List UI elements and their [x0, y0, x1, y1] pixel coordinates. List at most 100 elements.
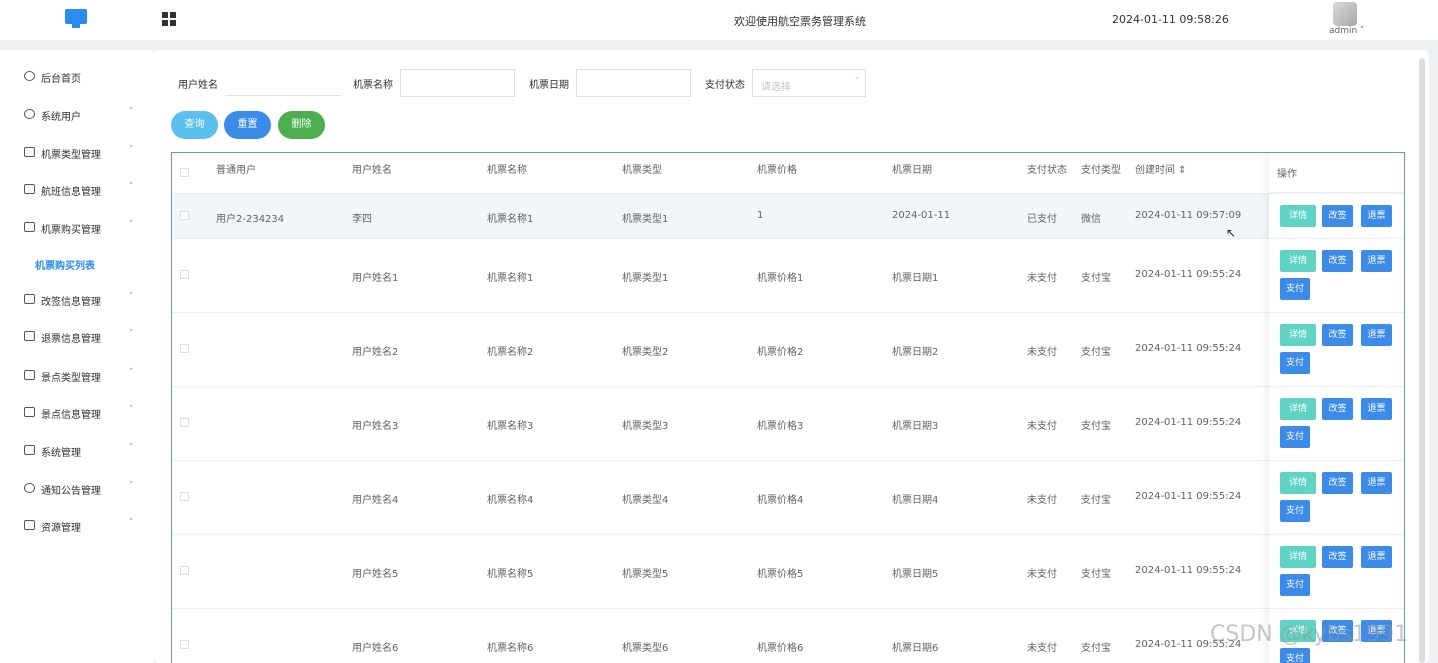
sidebar-item-label: 后台首页: [41, 74, 81, 85]
pay-button[interactable]: 支付: [1280, 278, 1310, 300]
table-row[interactable]: 用户姓名5 机票名称5 机票类型5 机票价格5 机票日期5 未支付 支付宝 20…: [172, 534, 1404, 608]
sidebar-item-home[interactable]: 后台首页: [0, 62, 153, 92]
sidebar-subitem-purchase-list[interactable]: 机票购买列表: [0, 248, 153, 280]
rebook-button[interactable]: 改签: [1322, 546, 1353, 568]
sidebar-item-label: 景点信息管理: [41, 410, 101, 421]
rebook-button[interactable]: 改签: [1322, 472, 1353, 494]
sidebar-item-system-management[interactable]: 系统管理 ˅: [0, 436, 153, 466]
pay-status-select[interactable]: 请选择 ˅: [752, 69, 866, 97]
column-header: 支付类型: [1081, 165, 1121, 176]
sidebar-item-label: 资源管理: [41, 523, 81, 534]
refund-button[interactable]: 退票: [1361, 205, 1392, 227]
delete-button[interactable]: 删除: [278, 111, 325, 139]
detail-button[interactable]: 详情: [1280, 546, 1316, 568]
pay-button[interactable]: 支付: [1280, 500, 1310, 522]
row-checkbox[interactable]: [180, 492, 189, 501]
column-header: 机票类型: [622, 165, 662, 176]
refund-button[interactable]: 退票: [1361, 546, 1392, 568]
cell-price: 机票价格1: [757, 273, 804, 284]
main-panel: 用户姓名 机票名称 机票日期 支付状态 请选择 ˅ 查询 重置 删除 普通用户 …: [153, 50, 1429, 663]
pay-button[interactable]: 支付: [1280, 426, 1310, 448]
table-row[interactable]: 用户姓名2 机票名称2 机票类型2 机票价格2 机票日期2 未支付 支付宝 20…: [172, 312, 1404, 386]
cell-name: 用户姓名5: [352, 569, 399, 580]
apps-grid-icon[interactable]: [162, 12, 176, 26]
cell-name: 李四: [352, 214, 372, 225]
row-checkbox[interactable]: [180, 211, 189, 220]
sidebar-item-refunds[interactable]: 退票信息管理 ˅: [0, 322, 153, 352]
avatar[interactable]: [1333, 2, 1357, 26]
sidebar-item-attraction-types[interactable]: 景点类型管理 ˅: [0, 361, 153, 391]
cell-price: 机票价格4: [757, 495, 804, 506]
table-row[interactable]: 用户2-234234 李四 机票名称1 机票类型1 1 2024-01-11 已…: [172, 193, 1404, 238]
sidebar-item-attractions[interactable]: 景点信息管理 ˅: [0, 398, 153, 428]
detail-button[interactable]: 详情: [1280, 205, 1316, 227]
row-checkbox[interactable]: [180, 418, 189, 427]
sidebar: 后台首页 系统用户 ˅ 机票类型管理 ˅ 航班信息管理 ˅ 机票购买管理 ˄ 机…: [0, 50, 153, 663]
detail-button[interactable]: 详情: [1280, 250, 1316, 272]
pay-button[interactable]: 支付: [1280, 574, 1310, 596]
cell-date: 2024-01-11: [892, 210, 951, 221]
sidebar-item-ticket-types[interactable]: 机票类型管理 ˅: [0, 138, 153, 168]
card-icon: [24, 407, 35, 417]
mouse-cursor-icon: ↖: [1226, 226, 1237, 240]
table-row[interactable]: 用户姓名3 机票名称3 机票类型3 机票价格3 机票日期3 未支付 支付宝 20…: [172, 386, 1404, 460]
cell-date: 机票日期4: [892, 495, 939, 506]
sidebar-item-notices[interactable]: 通知公告管理 ˅: [0, 474, 153, 504]
cell-date: 机票日期1: [892, 273, 939, 284]
pay-button[interactable]: 支付: [1280, 352, 1310, 374]
row-checkbox[interactable]: [180, 566, 189, 575]
sidebar-item-label: 机票购买管理: [41, 225, 101, 236]
refund-button[interactable]: 退票: [1361, 398, 1392, 420]
user-menu[interactable]: admin ˅: [1329, 26, 1365, 36]
operations-row: 详情 改签 退票 支付: [1269, 238, 1404, 312]
pay-button[interactable]: 支付: [1280, 648, 1310, 663]
sortable-column-header[interactable]: 创建时间 ⇕: [1135, 153, 1187, 193]
cell-type: 机票类型1: [622, 273, 669, 284]
cell-status: 未支付: [1027, 569, 1057, 580]
welcome-title: 欢迎使用航空票务管理系统: [734, 15, 866, 28]
ticket-date-input[interactable]: [576, 69, 691, 97]
detail-button[interactable]: 详情: [1280, 398, 1316, 420]
query-button[interactable]: 查询: [171, 111, 218, 139]
row-checkbox[interactable]: [180, 270, 189, 279]
user-icon: [24, 109, 35, 119]
cell-price: 机票价格2: [757, 347, 804, 358]
table-row[interactable]: 用户姓名1 机票名称1 机票类型1 机票价格1 机票日期1 未支付 支付宝 20…: [172, 238, 1404, 312]
detail-button[interactable]: 详情: [1280, 472, 1316, 494]
printer-icon: [24, 520, 35, 530]
cell-ticket: 机票名称2: [487, 347, 534, 358]
sidebar-item-label: 通知公告管理: [41, 486, 101, 497]
cell-paytype: 支付宝: [1081, 421, 1111, 432]
column-header: 用户姓名: [352, 165, 392, 176]
table-row[interactable]: 用户姓名4 机票名称4 机票类型4 机票价格4 机票日期4 未支付 支付宝 20…: [172, 460, 1404, 534]
row-checkbox[interactable]: [180, 640, 189, 649]
ticket-name-input[interactable]: [400, 69, 515, 97]
rebook-button[interactable]: 改签: [1322, 324, 1353, 346]
sidebar-item-flights[interactable]: 航班信息管理 ˅: [0, 175, 153, 205]
row-checkbox[interactable]: [180, 344, 189, 353]
sidebar-item-system-users[interactable]: 系统用户 ˅: [0, 100, 153, 130]
datetime-display: 2024-01-11 09:58:26: [1112, 13, 1229, 26]
sidebar-item-label: 系统管理: [41, 448, 81, 459]
sidebar-item-resources[interactable]: 资源管理 ˅: [0, 511, 153, 541]
chevron-down-icon: ˅: [129, 443, 134, 453]
sidebar-item-rebooking[interactable]: 改签信息管理 ˅: [0, 285, 153, 315]
reset-button[interactable]: 重置: [224, 111, 271, 139]
detail-button[interactable]: 详情: [1280, 324, 1316, 346]
operations-header: 操作: [1269, 153, 1404, 193]
cell-price: 机票价格5: [757, 569, 804, 580]
sidebar-item-ticket-purchase[interactable]: 机票购买管理 ˄: [0, 213, 153, 243]
vertical-scrollbar[interactable]: [1419, 58, 1425, 663]
sidebar-item-label: 机票类型管理: [41, 150, 101, 161]
rebook-button[interactable]: 改签: [1322, 250, 1353, 272]
column-header: 机票价格: [757, 165, 797, 176]
rebook-button[interactable]: 改签: [1322, 398, 1353, 420]
username-input[interactable]: [225, 68, 341, 96]
refund-button[interactable]: 退票: [1361, 472, 1392, 494]
select-all-checkbox[interactable]: [180, 168, 189, 177]
refund-button[interactable]: 退票: [1361, 324, 1392, 346]
rebook-button[interactable]: 改签: [1322, 205, 1353, 227]
chevron-down-icon: ˅: [129, 481, 134, 491]
refund-button[interactable]: 退票: [1361, 250, 1392, 272]
ticket-date-label: 机票日期: [529, 80, 569, 91]
